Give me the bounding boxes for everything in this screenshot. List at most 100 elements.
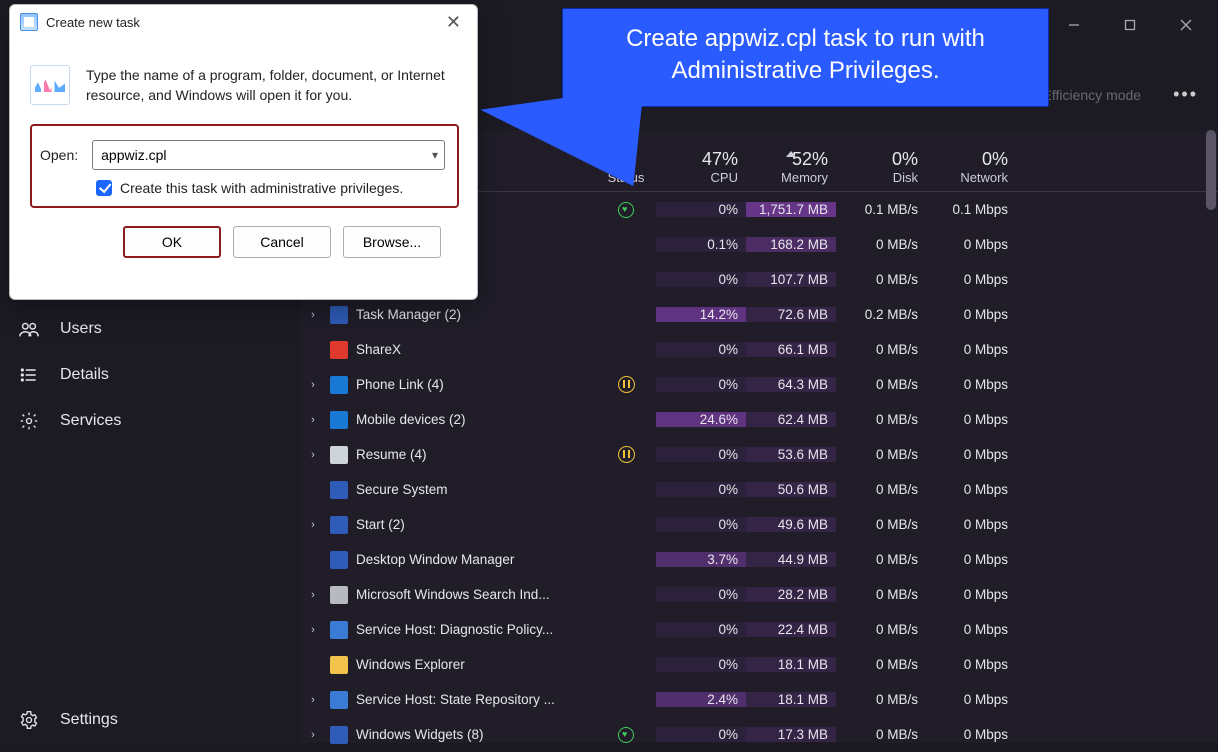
disk-cell: 0 MB/s [836, 587, 926, 602]
disk-cell: 0 MB/s [836, 377, 926, 392]
sidebar-item-label: Users [60, 320, 102, 338]
expand-icon[interactable]: › [304, 589, 322, 601]
open-combobox[interactable]: appwiz.cpl ▾ [92, 140, 445, 170]
disk-cell: 0 MB/s [836, 447, 926, 462]
dialog-description: Type the name of a program, folder, docu… [86, 65, 459, 106]
process-icon [330, 516, 348, 534]
process-row[interactable]: › Service Host: State Repository ... 2.4… [300, 682, 1218, 717]
run-large-icon [30, 65, 70, 105]
process-row[interactable]: Secure System 0% 50.6 MB 0 MB/s 0 Mbps [300, 472, 1218, 507]
network-cell: 0 Mbps [926, 517, 1016, 532]
cpu-cell: 0.1% [656, 237, 746, 252]
cpu-cell: 0% [656, 587, 746, 602]
memory-cell: 72.6 MB [746, 307, 836, 322]
disk-cell: 0 MB/s [836, 412, 926, 427]
scrollbar-thumb[interactable] [1206, 130, 1216, 210]
expand-icon[interactable]: › [304, 729, 322, 741]
list-icon [18, 364, 40, 386]
process-icon [330, 306, 348, 324]
expand-icon[interactable]: › [304, 449, 322, 461]
sidebar-settings[interactable]: Settings [0, 697, 300, 743]
admin-checkbox-label: Create this task with administrative pri… [120, 180, 403, 196]
process-icon [330, 341, 348, 359]
header-network[interactable]: 0% Network [926, 149, 1016, 191]
status-cell [596, 727, 656, 743]
process-row[interactable]: › Service Host: Diagnostic Policy... 0% … [300, 612, 1218, 647]
header-disk[interactable]: 0% Disk [836, 149, 926, 191]
sidebar-item-details[interactable]: Details [0, 352, 300, 398]
process-row[interactable]: Windows Explorer 0% 18.1 MB 0 MB/s 0 Mbp… [300, 647, 1218, 682]
close-button[interactable] [1158, 0, 1214, 50]
header-disk-pct: 0% [836, 149, 918, 170]
status-cell [596, 376, 656, 393]
process-name: Desktop Window Manager [356, 552, 514, 567]
sidebar-item-services[interactable]: Services [0, 398, 300, 444]
network-cell: 0 Mbps [926, 587, 1016, 602]
process-row[interactable]: › Microsoft Windows Search Ind... 0% 28.… [300, 577, 1218, 612]
memory-cell: 22.4 MB [746, 622, 836, 637]
process-icon [330, 446, 348, 464]
disk-cell: 0 MB/s [836, 622, 926, 637]
sidebar-item-users[interactable]: Users [0, 306, 300, 352]
efficiency-icon [618, 727, 634, 743]
cpu-cell: 0% [656, 272, 746, 287]
process-row[interactable]: › Resume (4) 0% 53.6 MB 0 MB/s 0 Mbps [300, 437, 1218, 472]
network-cell: 0.1 Mbps [926, 202, 1016, 217]
process-icon [330, 481, 348, 499]
header-disk-label: Disk [836, 170, 918, 185]
process-row[interactable]: › Phone Link (4) 0% 64.3 MB 0 MB/s 0 Mbp… [300, 367, 1218, 402]
process-row[interactable]: › Start (2) 0% 49.6 MB 0 MB/s 0 Mbps [300, 507, 1218, 542]
disk-cell: 0 MB/s [836, 342, 926, 357]
network-cell: 0 Mbps [926, 237, 1016, 252]
cpu-cell: 3.7% [656, 552, 746, 567]
users-icon [18, 318, 40, 340]
browse-button[interactable]: Browse... [343, 226, 441, 258]
network-cell: 0 Mbps [926, 552, 1016, 567]
process-name: Start (2) [356, 517, 405, 532]
network-cell: 0 Mbps [926, 622, 1016, 637]
expand-icon[interactable]: › [304, 624, 322, 636]
expand-icon[interactable]: › [304, 414, 322, 426]
ok-button[interactable]: OK [123, 226, 221, 258]
process-icon [330, 726, 348, 744]
suspended-icon [618, 446, 635, 463]
dialog-titlebar: Create new task ✕ [10, 5, 477, 39]
header-memory[interactable]: 52% Memory [746, 149, 836, 191]
memory-cell: 1,751.7 MB [746, 202, 836, 217]
dialog-close-button[interactable]: ✕ [440, 10, 467, 35]
process-row[interactable]: › Mobile devices (2) 24.6% 62.4 MB 0 MB/… [300, 402, 1218, 437]
more-button[interactable]: ••• [1173, 84, 1198, 105]
disk-cell: 0 MB/s [836, 657, 926, 672]
sidebar-item-label: Details [60, 366, 109, 384]
process-icon [330, 411, 348, 429]
expand-icon[interactable]: › [304, 694, 322, 706]
expand-icon[interactable]: › [304, 519, 322, 531]
process-name: Service Host: State Repository ... [356, 692, 555, 707]
cancel-button[interactable]: Cancel [233, 226, 331, 258]
expand-icon[interactable]: › [304, 309, 322, 321]
process-icon [330, 656, 348, 674]
maximize-button[interactable] [1102, 0, 1158, 50]
gear-icon [18, 410, 40, 432]
header-memory-label: Memory [746, 170, 828, 185]
process-row[interactable]: › Task Manager (2) 14.2% 72.6 MB 0.2 MB/… [300, 297, 1218, 332]
status-cell [596, 446, 656, 463]
process-row[interactable]: Desktop Window Manager 3.7% 44.9 MB 0 MB… [300, 542, 1218, 577]
process-row[interactable]: ShareX 0% 66.1 MB 0 MB/s 0 Mbps [300, 332, 1218, 367]
admin-checkbox[interactable] [96, 180, 112, 196]
expand-icon[interactable]: › [304, 379, 322, 391]
efficiency-icon [618, 202, 634, 218]
process-icon [330, 691, 348, 709]
minimize-button[interactable] [1046, 0, 1102, 50]
run-icon [20, 13, 38, 31]
header-network-pct: 0% [926, 149, 1008, 170]
process-row[interactable]: › Windows Widgets (8) 0% 17.3 MB 0 MB/s … [300, 717, 1218, 752]
header-cpu[interactable]: 47% CPU [656, 149, 746, 191]
process-name: Phone Link (4) [356, 377, 444, 392]
highlighted-input-group: Open: appwiz.cpl ▾ Create this task with… [30, 124, 459, 208]
process-name: Windows Widgets (8) [356, 727, 484, 742]
header-memory-pct: 52% [746, 149, 828, 170]
memory-cell: 18.1 MB [746, 692, 836, 707]
disk-cell: 0 MB/s [836, 237, 926, 252]
header-cpu-label: CPU [656, 170, 738, 185]
